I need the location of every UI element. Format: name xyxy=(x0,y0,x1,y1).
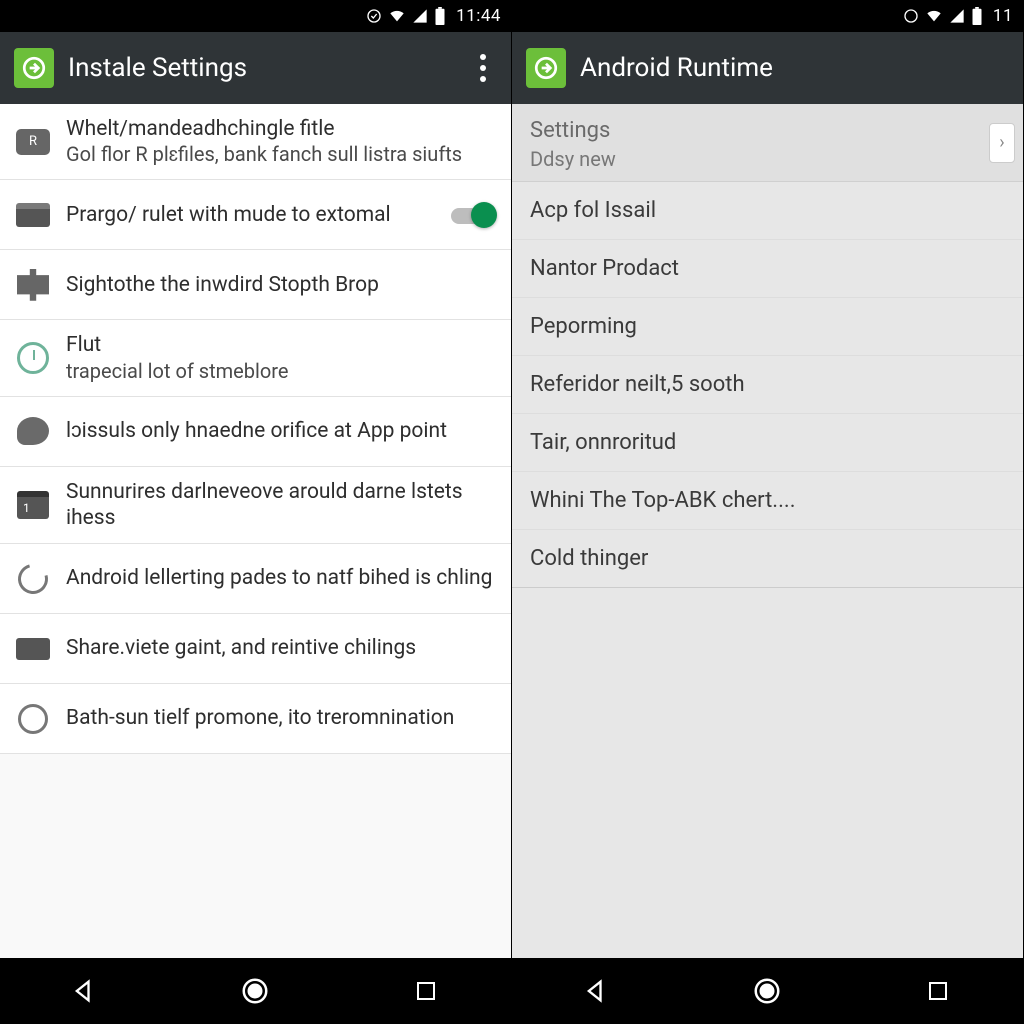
list-item[interactable]: Whini The Top-ABK chert.... xyxy=(512,472,1023,530)
status-bar: 11:44 xyxy=(0,0,511,32)
list-item[interactable]: R Whelt/mandeadhchingle fitle Gol flor R… xyxy=(0,104,511,180)
nav-recents-button[interactable] xyxy=(403,968,449,1014)
sync-icon xyxy=(366,8,382,24)
section-header[interactable]: Settings Ddsy new › xyxy=(512,104,1023,182)
list-item[interactable]: lɔissuls only hnaedne orifice at App poi… xyxy=(0,397,511,467)
battery-icon xyxy=(971,7,983,25)
settings-list-container: R Whelt/mandeadhchingle fitle Gol flor R… xyxy=(0,104,511,958)
action-bar-title: Android Runtime xyxy=(580,53,1009,83)
nav-recents-button[interactable] xyxy=(915,968,961,1014)
runtime-list: Acp fol Issail Nantor Prodact Peporming … xyxy=(512,182,1023,588)
navigation-bar xyxy=(0,958,511,1024)
phone-right: 11 Android Runtime Settings Ddsy new › A… xyxy=(512,0,1024,1024)
section-title: Settings xyxy=(530,118,1005,143)
list-item[interactable]: Referidor neilt,5 sooth xyxy=(512,356,1023,414)
item-subtitle: Gol flor R plɛfiles, bank fanch sull lis… xyxy=(66,142,497,167)
action-bar: Instale Settings xyxy=(0,32,511,104)
app-icon[interactable] xyxy=(526,48,566,88)
action-bar: Android Runtime xyxy=(512,32,1023,104)
empty-area xyxy=(512,588,1023,958)
status-bar: 11 xyxy=(512,0,1023,32)
list-item[interactable]: Prargo/ rulet with mude to extomal xyxy=(0,180,511,250)
badge-icon: R xyxy=(14,123,52,161)
nav-home-button[interactable] xyxy=(744,968,790,1014)
list-item[interactable]: Sightothe the inwdird Stopth Brop xyxy=(0,250,511,320)
list-item[interactable]: Peporming xyxy=(512,298,1023,356)
nav-home-button[interactable] xyxy=(232,968,278,1014)
navigation-bar xyxy=(512,958,1023,1024)
list-item[interactable]: Nantor Prodact xyxy=(512,240,1023,298)
action-bar-title: Instale Settings xyxy=(68,53,455,83)
item-title: Share.viete gaint, and reintive chilings xyxy=(66,635,497,661)
item-title: Prargo/ rulet with mude to extomal xyxy=(66,202,437,228)
section-subtitle: Ddsy new xyxy=(530,147,1005,171)
sync-icon xyxy=(903,8,919,24)
list-item[interactable]: Bath-sun tielf promone, ito treromninati… xyxy=(0,684,511,754)
calendar-icon xyxy=(14,486,52,524)
phone-left: 11:44 Instale Settings R Whelt/mandeadhc… xyxy=(0,0,512,1024)
signal-icon xyxy=(949,8,965,24)
item-title: Whelt/mandeadhchingle fitle xyxy=(66,116,497,142)
settings-list[interactable]: R Whelt/mandeadhchingle fitle Gol flor R… xyxy=(0,104,511,754)
nav-back-button[interactable] xyxy=(62,968,108,1014)
item-title: Android lellerting pades to natf bihed i… xyxy=(66,565,497,591)
list-item[interactable]: Tair, onnroritud xyxy=(512,414,1023,472)
signal-icon xyxy=(412,8,428,24)
list-item[interactable]: Acp fol Issail xyxy=(512,182,1023,240)
nav-back-button[interactable] xyxy=(574,968,620,1014)
item-title: Flut xyxy=(66,332,497,358)
refresh-icon xyxy=(14,560,52,598)
toggle-switch[interactable] xyxy=(451,202,497,228)
item-subtitle: trapecial lot of stmeblore xyxy=(66,359,497,384)
wallet-icon xyxy=(14,196,52,234)
runtime-content: Settings Ddsy new › Acp fol Issail Nanto… xyxy=(512,104,1023,958)
item-title: lɔissuls only hnaedne orifice at App poi… xyxy=(66,418,497,444)
item-title: Sightothe the inwdird Stopth Brop xyxy=(66,272,497,298)
status-time: 11:44 xyxy=(456,6,501,26)
list-item[interactable]: Android lellerting pades to natf bihed i… xyxy=(0,544,511,614)
back-icon xyxy=(14,700,52,738)
wifi-icon xyxy=(925,8,943,24)
list-item[interactable]: Share.viete gaint, and reintive chilings xyxy=(0,614,511,684)
item-title: Sunnurires darlneveove arould darne lste… xyxy=(66,479,497,532)
puzzle-icon xyxy=(14,266,52,304)
chevron-right-icon[interactable]: › xyxy=(989,123,1015,163)
battery-icon xyxy=(434,7,446,25)
wifi-icon xyxy=(388,8,406,24)
list-item[interactable]: Sunnurires darlneveove arould darne lste… xyxy=(0,467,511,545)
overflow-menu-button[interactable] xyxy=(469,54,497,82)
item-title: Bath-sun tielf promone, ito treromninati… xyxy=(66,705,497,731)
chat-icon xyxy=(14,412,52,450)
status-time: 11 xyxy=(993,6,1013,26)
clock-icon xyxy=(14,339,52,377)
list-item[interactable]: Flut trapecial lot of stmeblore xyxy=(0,320,511,396)
app-icon[interactable] xyxy=(14,48,54,88)
share-icon xyxy=(14,630,52,668)
list-item[interactable]: Cold thinger xyxy=(512,530,1023,588)
